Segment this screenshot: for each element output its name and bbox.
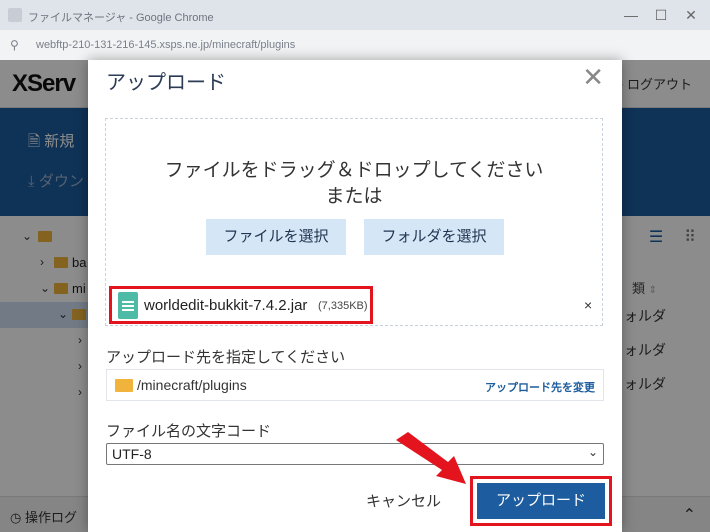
remove-file-icon[interactable]: × bbox=[584, 297, 592, 313]
maximize-icon[interactable]: ☐ bbox=[646, 4, 676, 26]
destination-box: /minecraft/plugins アップロード先を変更 bbox=[106, 369, 604, 401]
upload-dialog: アップロード ✕ ファイルをドラッグ＆ドロップしてください または ファイルを選… bbox=[88, 60, 622, 532]
file-icon bbox=[118, 292, 138, 319]
dialog-title: アップロード bbox=[106, 72, 226, 94]
file-name: worldedit-bukkit-7.4.2.jar bbox=[144, 297, 308, 314]
select-file-button[interactable]: ファイルを選択 bbox=[206, 219, 346, 255]
browser-title-bar: ファイルマネージャ - Google Chrome — ☐ ✕ bbox=[0, 0, 710, 30]
site-info-icon[interactable]: ⚲ bbox=[10, 38, 19, 52]
drop-instruction: ファイルをドラッグ＆ドロップしてください bbox=[164, 160, 544, 181]
window-close-icon[interactable]: ✕ bbox=[676, 4, 706, 26]
file-size: (7,335KB) bbox=[318, 300, 368, 312]
url-text[interactable]: webftp-210-131-216-145.xsps.ne.jp/minecr… bbox=[36, 39, 295, 51]
cancel-button[interactable]: キャンセル bbox=[366, 490, 441, 511]
favicon-icon bbox=[8, 8, 22, 22]
destination-path: /minecraft/plugins bbox=[137, 377, 247, 393]
address-bar[interactable]: ⚲ webftp-210-131-216-145.xsps.ne.jp/mine… bbox=[0, 30, 710, 60]
upload-button-highlight: アップロード bbox=[470, 476, 612, 526]
encoding-select[interactable]: UTF-8 ⌄ bbox=[106, 443, 604, 465]
close-icon[interactable]: ✕ bbox=[582, 62, 604, 93]
encoding-label: ファイル名の文字コード bbox=[106, 423, 272, 440]
encoding-value: UTF-8 bbox=[112, 446, 152, 462]
chevron-down-icon: ⌄ bbox=[587, 445, 598, 459]
selected-file: worldedit-bukkit-7.4.2.jar (7,335KB) bbox=[109, 286, 373, 324]
window-title: ファイルマネージャ - Google Chrome bbox=[28, 12, 214, 24]
minimize-icon[interactable]: — bbox=[616, 4, 646, 26]
change-destination-link[interactable]: アップロード先を変更 bbox=[485, 379, 595, 395]
upload-button[interactable]: アップロード bbox=[477, 483, 605, 519]
drop-or: または bbox=[325, 186, 383, 207]
destination-label: アップロード先を指定してください bbox=[106, 349, 346, 366]
select-folder-button[interactable]: フォルダを選択 bbox=[364, 219, 504, 255]
folder-icon bbox=[115, 379, 133, 392]
